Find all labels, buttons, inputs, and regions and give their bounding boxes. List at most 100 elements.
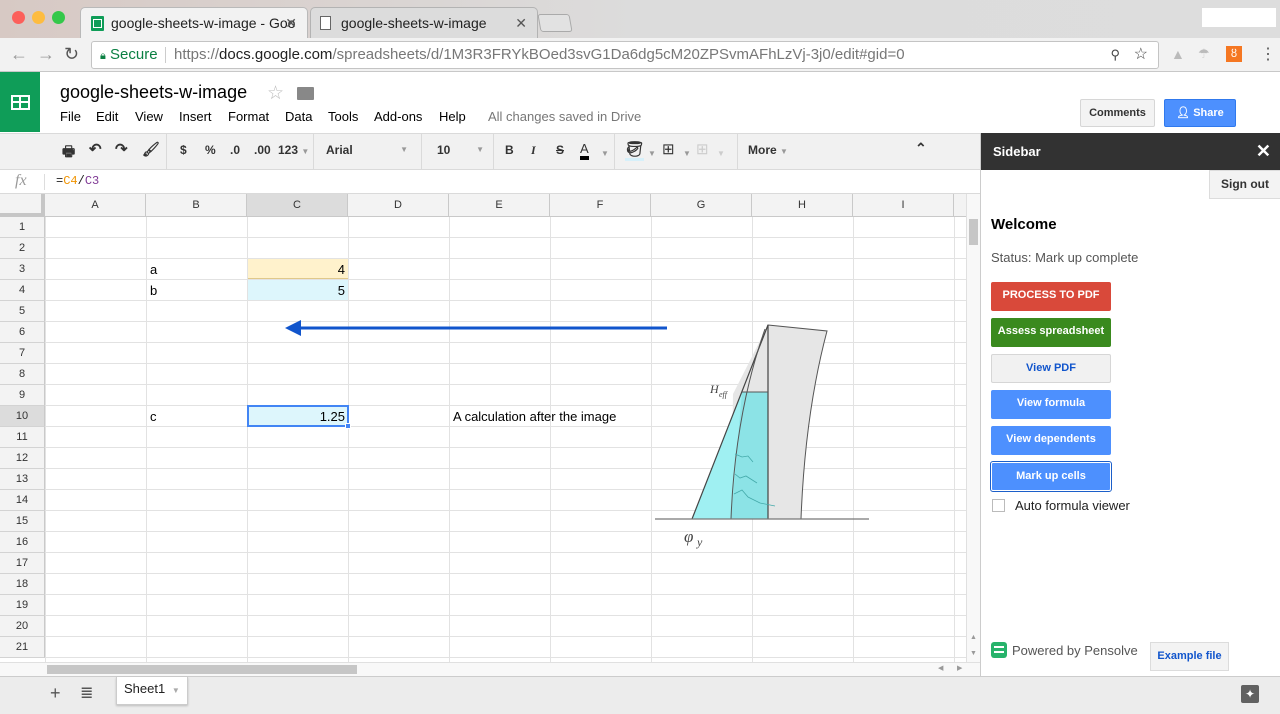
sign-out-button[interactable]: Sign out: [1209, 170, 1280, 199]
view-formula-button[interactable]: View formula: [991, 390, 1111, 419]
scroll-left-icon[interactable]: ◀: [938, 664, 943, 672]
browser-titlebar: google-sheets-w-image - Goo ✕ google-she…: [0, 0, 1280, 38]
phi-subscript: y: [696, 535, 703, 549]
divider: [165, 47, 166, 63]
strikethrough-button[interactable]: S: [556, 143, 564, 157]
font-dropdown[interactable]: Arial ▼: [326, 143, 408, 157]
formula-input[interactable]: =C4/C3: [56, 174, 99, 188]
address-bar[interactable]: 🔒︎ Secure https://docs.google.com/spread…: [91, 41, 1159, 69]
key-icon[interactable]: ⚲: [1110, 42, 1120, 68]
forward-icon[interactable]: →: [37, 44, 55, 65]
menu-view[interactable]: View: [135, 109, 163, 124]
more-button[interactable]: More ▼: [748, 143, 788, 157]
comments-button[interactable]: Comments: [1080, 99, 1155, 127]
auto-formula-label[interactable]: Auto formula viewer: [1015, 498, 1130, 513]
sidebar-title: Sidebar: [993, 144, 1041, 159]
close-tab-icon[interactable]: ✕: [515, 8, 527, 38]
scroll-thumb[interactable]: [47, 665, 357, 674]
menu-edit[interactable]: Edit: [96, 109, 118, 124]
reload-icon[interactable]: ↻: [64, 44, 79, 65]
toolbar-divider: [614, 134, 615, 170]
explore-icon[interactable]: ✦: [1241, 685, 1259, 703]
auto-formula-checkbox[interactable]: [992, 499, 1005, 512]
document-title[interactable]: google-sheets-w-image: [60, 82, 247, 103]
browser-tab[interactable]: google-sheets-w-image ✕: [310, 7, 538, 38]
increase-decimal-button[interactable]: .00: [254, 143, 271, 157]
person-icon: 👤︎: [1176, 107, 1191, 119]
close-sidebar-icon[interactable]: ✕: [1256, 133, 1271, 170]
embedded-drawing[interactable]: Heffφ y: [0, 194, 966, 662]
merge-cells-icon[interactable]: ⊞: [696, 140, 709, 158]
folder-icon[interactable]: [297, 87, 314, 100]
caret-down-icon: ▼: [301, 147, 310, 156]
fill-color-icon[interactable]: 🪣︎: [625, 140, 645, 161]
borders-icon[interactable]: ⊞: [662, 140, 675, 158]
menu-insert[interactable]: Insert: [179, 109, 212, 124]
toolbar: 🖶︎ ↶ ↷ 🖌︎ $ % .0 .00 123 ▼ Arial ▼ 10 ▼ B …: [0, 133, 980, 170]
wall-shape: [767, 324, 828, 520]
secure-indicator[interactable]: 🔒︎ Secure: [100, 42, 158, 69]
mark-up-cells-button[interactable]: Mark up cells: [990, 461, 1112, 492]
caret-down-icon[interactable]: ▼: [172, 686, 180, 695]
close-tab-icon[interactable]: ✕: [285, 8, 297, 38]
scroll-right-icon[interactable]: ▶: [957, 664, 962, 672]
maximize-window-button[interactable]: [52, 11, 65, 24]
lock-icon: 🔒︎: [100, 50, 106, 62]
menu-data[interactable]: Data: [285, 109, 312, 124]
paint-format-icon[interactable]: 🖌︎: [142, 141, 160, 158]
browser-tab-active[interactable]: google-sheets-w-image - Goo ✕: [80, 7, 308, 38]
undo-icon[interactable]: ↶: [89, 140, 102, 158]
number-format-dropdown[interactable]: 123 ▼: [278, 143, 309, 157]
percent-format-button[interactable]: %: [205, 143, 216, 157]
powered-by: Powered by Pensolve: [991, 642, 1138, 658]
browser-menu-icon[interactable]: ⋮: [1260, 44, 1276, 64]
process-to-pdf-button[interactable]: PROCESS TO PDF: [991, 282, 1111, 311]
share-button[interactable]: 👤︎ Share: [1164, 99, 1236, 127]
all-sheets-icon[interactable]: ≣: [80, 683, 93, 703]
collapse-toolbar-icon[interactable]: ⌃: [915, 140, 927, 157]
decrease-decimal-button[interactable]: .0: [230, 143, 240, 157]
back-icon[interactable]: ←: [10, 44, 28, 65]
redo-icon[interactable]: ↷: [115, 140, 128, 158]
hubspot-extension-icon[interactable]: ȣ: [1226, 46, 1242, 62]
spreadsheet-grid[interactable]: A B C D E F G H I 1 2 3 4 5 6 7 8 9 10 11 12 13 14 15 16 17 18 19 20…: [0, 194, 966, 662]
close-window-button[interactable]: [12, 11, 25, 24]
view-dependents-button[interactable]: View dependents: [991, 426, 1111, 455]
view-pdf-button[interactable]: View PDF: [991, 354, 1111, 383]
save-status[interactable]: All changes saved in Drive: [488, 109, 641, 124]
scroll-down-icon[interactable]: ▼: [970, 650, 977, 657]
menu-tools[interactable]: Tools: [328, 109, 358, 124]
caret-down-icon[interactable]: ▼: [601, 149, 609, 158]
star-icon[interactable]: ☆: [267, 82, 284, 105]
example-file-button[interactable]: Example file: [1150, 642, 1229, 671]
drive-extension-icon[interactable]: ▲: [1171, 46, 1185, 62]
menu-format[interactable]: Format: [228, 109, 269, 124]
currency-format-button[interactable]: $: [180, 143, 187, 157]
status-text: Status: Mark up complete: [991, 250, 1139, 265]
minimize-window-button[interactable]: [32, 11, 45, 24]
profile-area[interactable]: [1202, 8, 1276, 27]
assess-spreadsheet-button[interactable]: Assess spreadsheet: [991, 318, 1111, 347]
menu-file[interactable]: File: [60, 109, 81, 124]
extension-icon[interactable]: ☂: [1198, 46, 1210, 62]
scroll-thumb[interactable]: [969, 219, 978, 245]
print-icon[interactable]: 🖶︎: [62, 141, 75, 165]
scroll-up-icon[interactable]: ▲: [970, 634, 977, 641]
caret-down-icon[interactable]: ▼: [717, 149, 725, 158]
fx-icon: fx: [15, 172, 27, 189]
horizontal-scrollbar[interactable]: ◀ ▶: [0, 662, 980, 676]
italic-button[interactable]: I: [531, 143, 536, 158]
new-tab-button[interactable]: [537, 14, 573, 32]
text-color-button[interactable]: A: [580, 141, 589, 160]
caret-down-icon[interactable]: ▼: [648, 149, 656, 158]
caret-down-icon[interactable]: ▼: [683, 149, 691, 158]
sheet-tab-sheet1[interactable]: Sheet1 ▼: [116, 677, 188, 705]
sheets-logo[interactable]: [0, 72, 40, 132]
bookmark-star-icon[interactable]: ☆: [1134, 42, 1148, 68]
menu-addons[interactable]: Add-ons: [374, 109, 422, 124]
menu-help[interactable]: Help: [439, 109, 466, 124]
add-sheet-icon[interactable]: +: [50, 683, 61, 704]
bold-button[interactable]: B: [505, 143, 514, 157]
font-size-dropdown[interactable]: 10 ▼: [437, 143, 484, 157]
vertical-scrollbar[interactable]: ▲ ▼: [966, 194, 980, 662]
